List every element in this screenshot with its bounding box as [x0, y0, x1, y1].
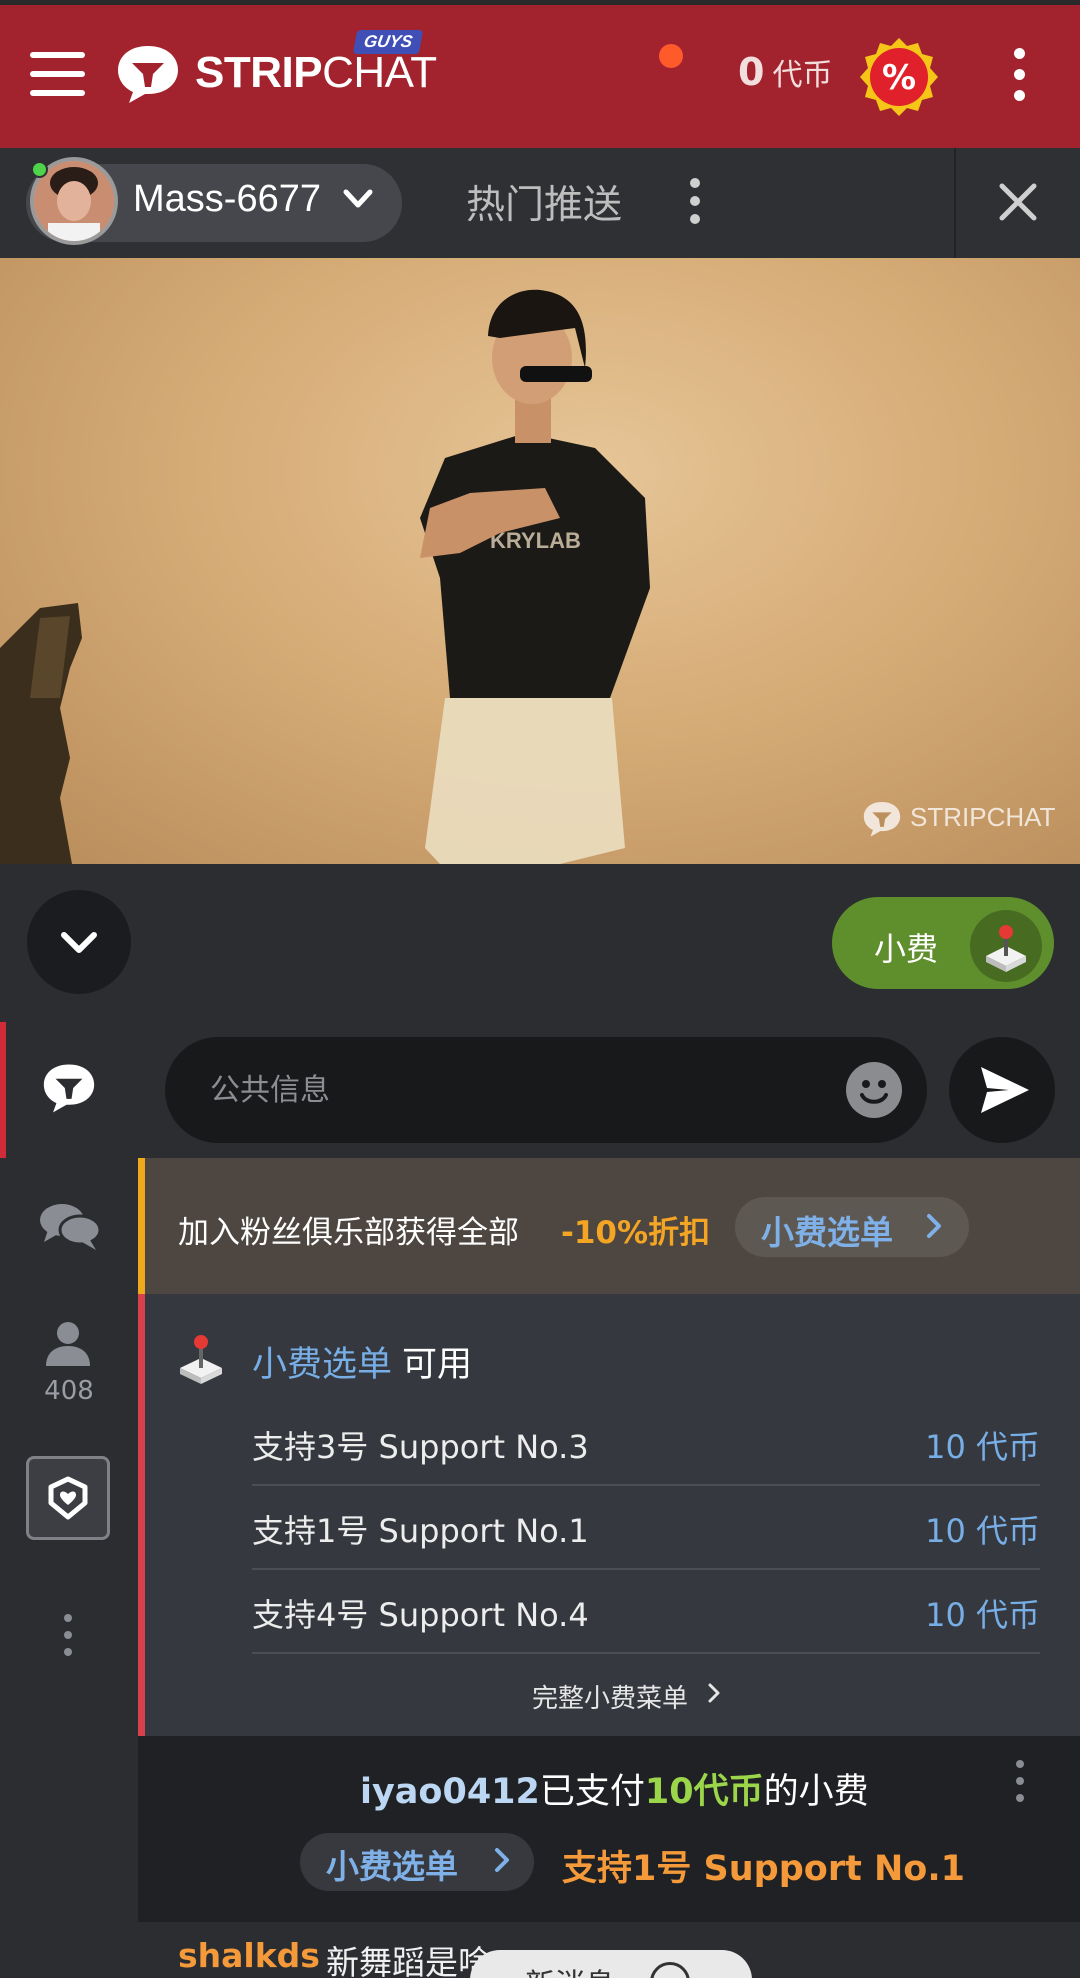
tip-item-label: 支持1号 Support No.1 — [252, 1512, 589, 1550]
tip-button-label[interactable]: 小费 — [874, 924, 938, 970]
send-icon — [981, 1067, 1029, 1113]
chevron-right-icon[interactable] — [925, 1212, 943, 1240]
joystick-icon — [180, 1335, 222, 1384]
more-options-icon[interactable] — [1014, 1760, 1026, 1806]
tip-menu-item[interactable]: 支持1号 Support No.1 10 代币 — [252, 1486, 1040, 1570]
fan-club-tab[interactable] — [26, 1456, 110, 1540]
tip-menu-link[interactable]: 小费选单 — [252, 1336, 392, 1387]
tip-notice-text: iyao0412已支付10代币的小费 — [360, 1763, 869, 1814]
token-balance[interactable]: 0 代币 — [738, 50, 832, 94]
private-messages-icon[interactable] — [36, 1200, 102, 1252]
more-options-icon[interactable] — [62, 1614, 74, 1660]
full-tip-menu-link[interactable]: 完整小费菜单 — [532, 1678, 688, 1715]
users-icon[interactable] — [44, 1320, 92, 1366]
video-frame: KRYLAB — [0, 289, 650, 864]
viewer-count: 408 — [44, 1376, 94, 1406]
watermark-text: STRIPCHAT — [910, 802, 1056, 832]
emoji-icon[interactable] — [846, 1062, 902, 1118]
chevron-down-icon[interactable] — [343, 187, 373, 211]
tip-notice-suffix: 的小费 — [763, 1772, 869, 1812]
active-tab-indicator — [0, 1022, 6, 1158]
divider — [954, 148, 956, 258]
logo-icon[interactable] — [115, 43, 181, 105]
more-options-icon[interactable] — [1006, 48, 1032, 104]
tip-item-price: 10 代币 — [925, 1512, 1040, 1550]
tip-item-price: 10 代币 — [925, 1596, 1040, 1634]
logo-wordmark[interactable]: STRIPCHAT — [195, 48, 437, 98]
svg-text:%: % — [882, 58, 916, 98]
close-icon[interactable] — [994, 178, 1042, 226]
tip-item-label: 支持3号 Support No.3 — [252, 1428, 589, 1466]
new-messages-label[interactable]: 新消息 — [525, 1960, 615, 1978]
chat-message-text: 新舞蹈是啥 — [326, 1943, 491, 1978]
tip-menu-available-label: 可用 — [402, 1345, 473, 1385]
more-options-icon[interactable] — [686, 178, 704, 228]
guys-badge: GUYS — [352, 30, 424, 54]
tip-menu-pill-label[interactable]: 小费选单 — [761, 1206, 893, 1254]
tip-notice-item: 支持1号 Support No.1 — [562, 1849, 965, 1889]
chat-username[interactable]: shalkds — [178, 1936, 320, 1975]
tip-menu-item[interactable]: 支持4号 Support No.4 10 代币 — [252, 1570, 1040, 1654]
model-name[interactable]: Mass-6677 — [133, 178, 321, 221]
chevron-right-icon[interactable] — [494, 1847, 510, 1873]
send-button[interactable] — [949, 1037, 1055, 1143]
video-player[interactable]: KRYLAB — [0, 258, 1080, 864]
fan-club-discount: -10%折扣 — [561, 1215, 711, 1251]
tip-menu-pill-label[interactable]: 小费选单 — [326, 1840, 458, 1888]
notification-dot[interactable] — [659, 44, 683, 68]
discount-badge-icon[interactable]: % — [858, 36, 940, 118]
chevron-down-icon — [61, 932, 97, 953]
chat-message-input[interactable] — [165, 1037, 927, 1143]
fan-club-text: 加入粉丝俱乐部获得全部 — [178, 1215, 519, 1251]
tip-item-label: 支持4号 Support No.4 — [252, 1596, 589, 1634]
stripchat-watermark: STRIPCHAT — [862, 800, 1055, 842]
tip-notice-paid: 已支付 — [539, 1772, 645, 1812]
tipper-username[interactable]: iyao0412 — [360, 1772, 540, 1812]
tip-menu-item[interactable]: 支持3号 Support No.3 10 代币 — [252, 1402, 1040, 1486]
trending-tab[interactable]: 热门推送 — [466, 174, 622, 230]
chevron-right-icon[interactable] — [707, 1682, 721, 1704]
public-chat-icon[interactable] — [40, 1062, 98, 1114]
online-status-dot — [31, 161, 48, 178]
fan-club-icon — [48, 1476, 88, 1520]
logo-icon — [863, 802, 901, 837]
tip-notice-amount: 10代币 — [644, 1772, 764, 1812]
tip-item-price: 10 代币 — [925, 1428, 1040, 1466]
collapse-button[interactable] — [27, 890, 131, 994]
menu-icon[interactable] — [30, 52, 85, 98]
joystick-icon[interactable] — [970, 910, 1042, 982]
